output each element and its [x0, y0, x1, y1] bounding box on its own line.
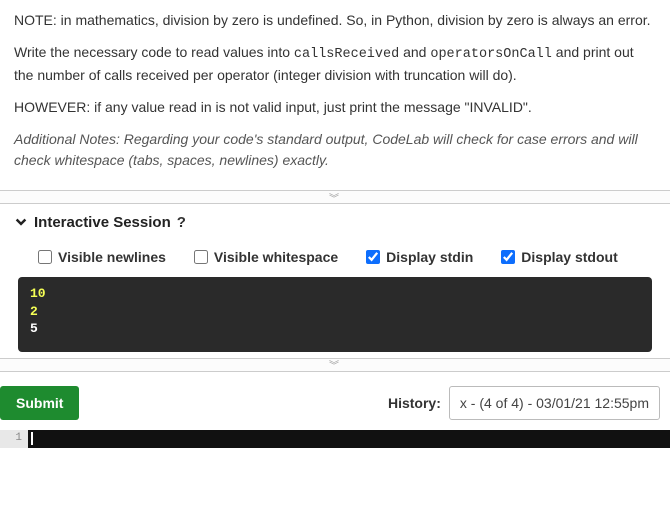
- terminal-line: 2: [30, 303, 640, 321]
- section-divider[interactable]: ︾: [0, 190, 670, 204]
- submit-button[interactable]: Submit: [0, 386, 79, 420]
- display-controls: Visible newlines Visible whitespace Disp…: [0, 241, 670, 277]
- visible-newlines-label: Visible newlines: [58, 249, 166, 265]
- submit-row: Submit History: x - (4 of 4) - 03/01/21 …: [0, 372, 670, 430]
- interactive-session-header[interactable]: Interactive Session ?: [0, 204, 670, 241]
- chevron-down-double-icon: ︾: [329, 190, 341, 205]
- section-title: Interactive Session: [34, 214, 171, 231]
- display-stdin-toggle[interactable]: Display stdin: [366, 249, 473, 265]
- editor-body[interactable]: [28, 430, 670, 448]
- visible-whitespace-toggle[interactable]: Visible whitespace: [194, 249, 338, 265]
- display-stdout-label: Display stdout: [521, 249, 617, 265]
- editor-cursor: [31, 432, 33, 445]
- terminal-line: 10: [30, 285, 640, 303]
- editor-gutter: 1: [0, 430, 28, 448]
- section-divider[interactable]: ︾: [0, 358, 670, 372]
- however-paragraph: HOWEVER: if any value read in is not val…: [14, 97, 656, 117]
- visible-newlines-toggle[interactable]: Visible newlines: [38, 249, 166, 265]
- visible-whitespace-label: Visible whitespace: [214, 249, 338, 265]
- visible-whitespace-checkbox[interactable]: [194, 250, 208, 264]
- code-token: callsReceived: [294, 47, 399, 62]
- history-wrap: History: x - (4 of 4) - 03/01/21 12:55pm: [388, 386, 660, 420]
- text-fragment: and: [399, 44, 430, 60]
- history-label: History:: [388, 395, 441, 411]
- display-stdout-toggle[interactable]: Display stdout: [501, 249, 617, 265]
- note-paragraph: NOTE: in mathematics, division by zero i…: [14, 10, 656, 30]
- code-token: operatorsOnCall: [430, 47, 552, 62]
- chevron-down-icon: [14, 216, 28, 230]
- chevron-down-double-icon: ︾: [329, 357, 341, 372]
- display-stdout-checkbox[interactable]: [501, 250, 515, 264]
- display-stdin-checkbox[interactable]: [366, 250, 380, 264]
- code-editor[interactable]: 1: [0, 430, 670, 448]
- terminal-output: 10 2 5: [18, 277, 652, 352]
- display-stdin-label: Display stdin: [386, 249, 473, 265]
- terminal-line: 5: [30, 320, 640, 338]
- task-paragraph: Write the necessary code to read values …: [14, 42, 656, 85]
- instructions-block: NOTE: in mathematics, division by zero i…: [0, 0, 670, 190]
- help-icon[interactable]: ?: [177, 214, 186, 231]
- additional-notes: Additional Notes: Regarding your code's …: [14, 129, 656, 170]
- history-select[interactable]: x - (4 of 4) - 03/01/21 12:55pm: [449, 386, 660, 420]
- text-fragment: Write the necessary code to read values …: [14, 44, 294, 60]
- visible-newlines-checkbox[interactable]: [38, 250, 52, 264]
